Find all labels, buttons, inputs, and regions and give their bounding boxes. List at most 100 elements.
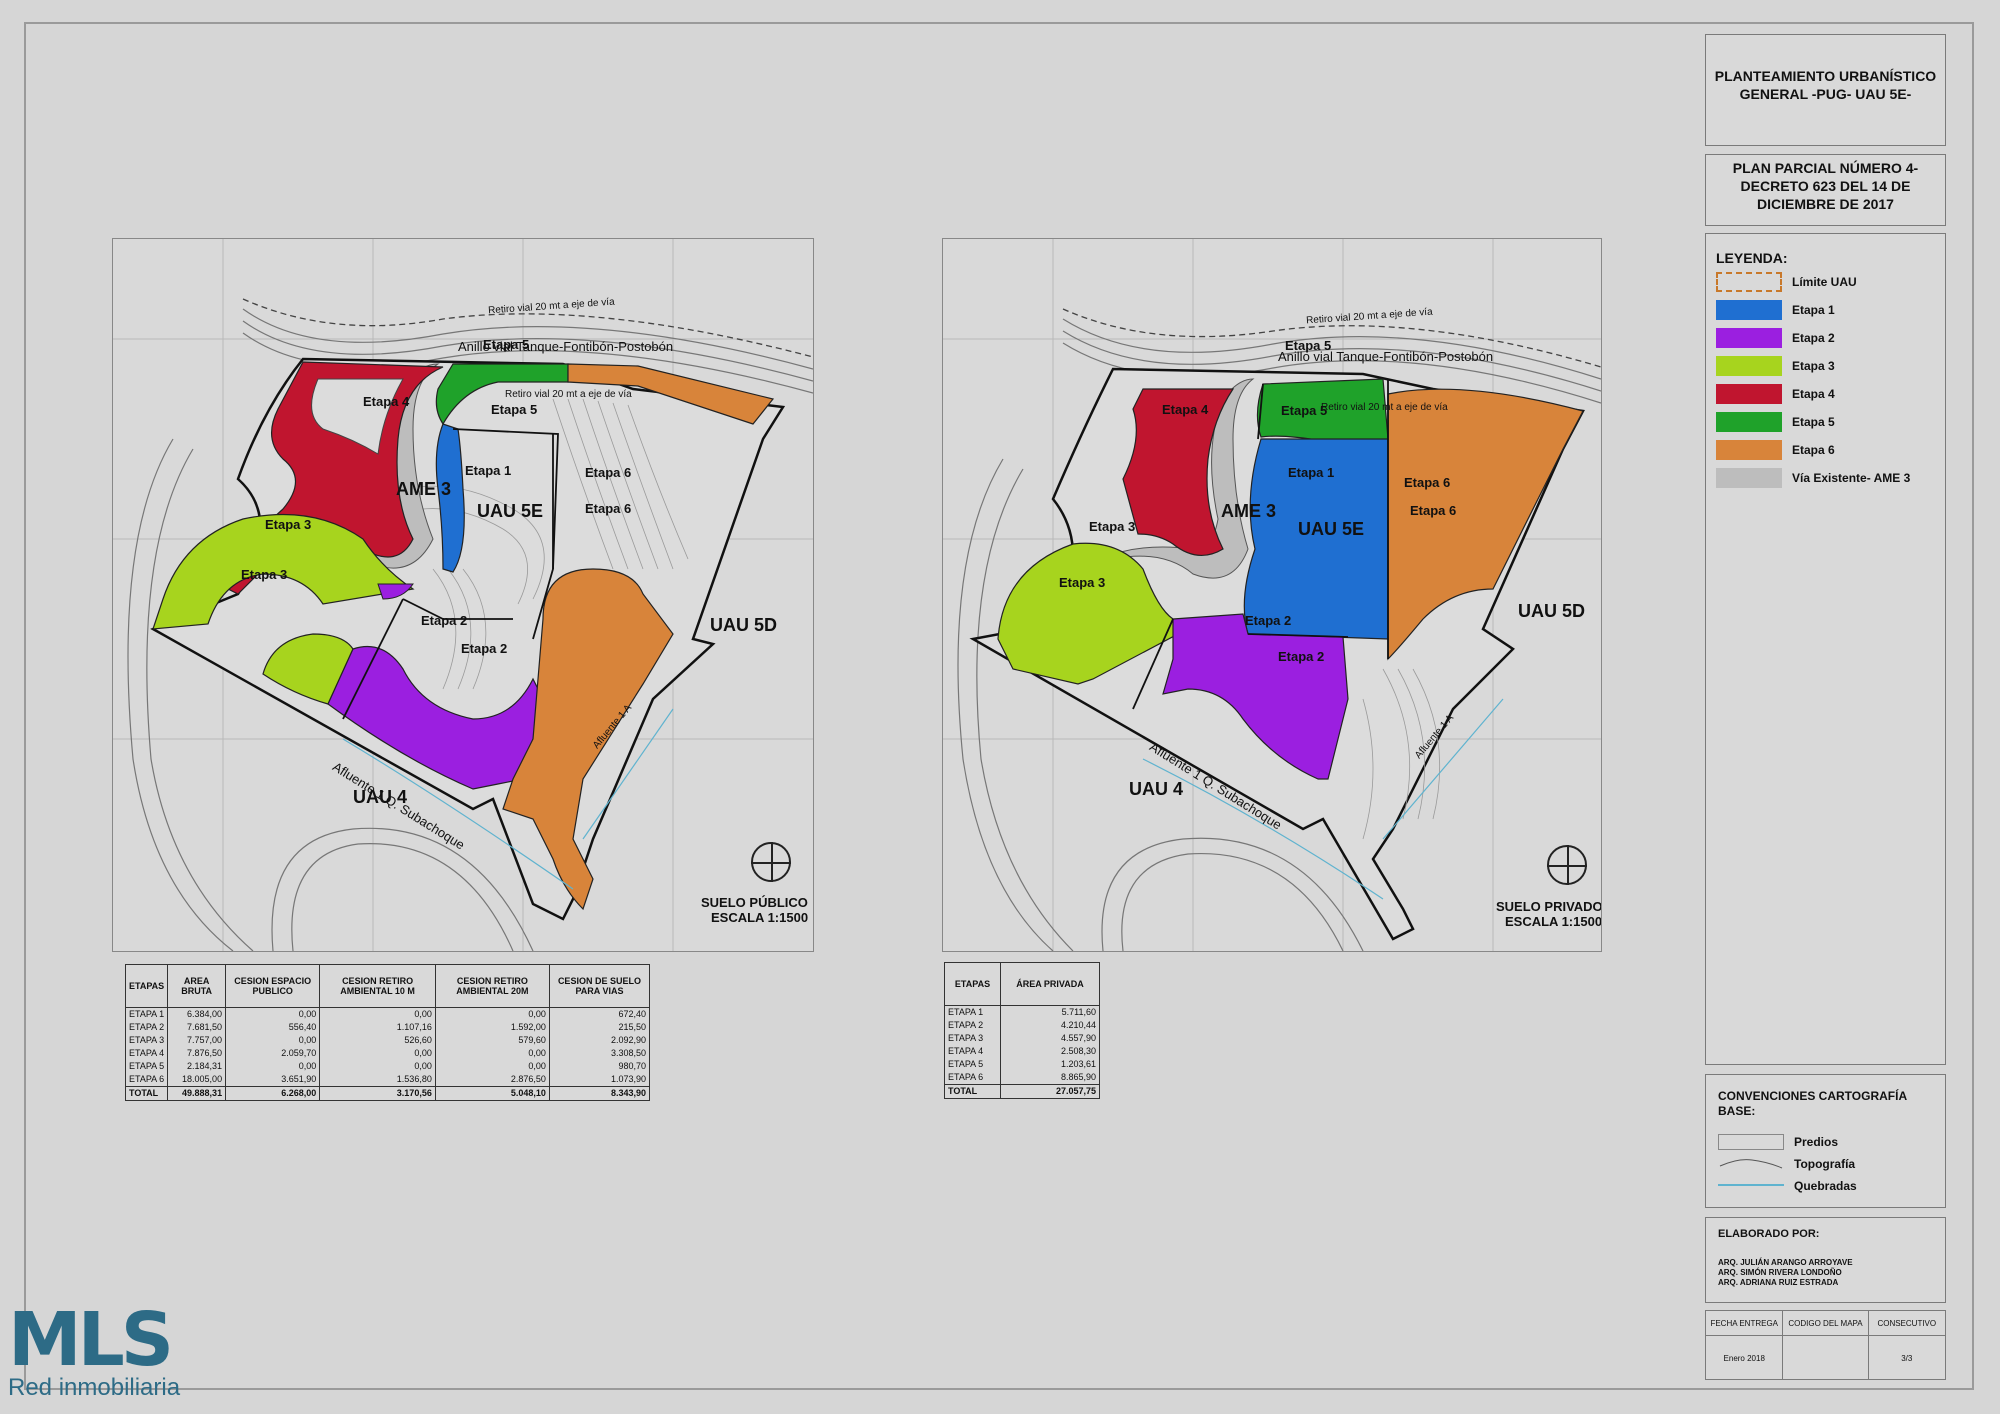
- stream-icon: [1718, 1184, 1784, 1186]
- legend-label: Etapa 4: [1792, 387, 1835, 401]
- etapa5-label: Etapa 5: [1281, 403, 1328, 418]
- legend-swatch: [1716, 412, 1782, 432]
- etapa3-label: Etapa 3: [265, 517, 312, 532]
- table-row: ETAPA 4 2.508,30: [943, 1045, 1100, 1058]
- logo-mark: MLS: [8, 1297, 174, 1383]
- legend-swatch: [1716, 440, 1782, 460]
- etapa2-label: Etapa 2: [461, 641, 508, 656]
- table-cell: 6.384,00: [167, 1007, 227, 1021]
- uau5d-label: UAU 5D: [1518, 601, 1586, 621]
- etapa2-label: Etapa 2: [421, 613, 468, 628]
- table-row: ETAPA 2 7.681,50 556,40 1.107,16 1.592,00 215…: [124, 1021, 651, 1034]
- table-cell: 526,60: [319, 1034, 436, 1047]
- legend-label: Etapa 3: [1792, 359, 1835, 373]
- uau5e-label: UAU 5E: [477, 501, 544, 521]
- table-cell: 0,00: [434, 1060, 550, 1073]
- table-cell: 27.057,75: [1000, 1084, 1100, 1099]
- etapa3-label: Etapa 3: [241, 567, 288, 582]
- table-cell: ETAPA 6: [943, 1071, 1002, 1085]
- table-header: CESION RETIRO AMBIENTAL 20M: [434, 964, 550, 1008]
- table-cell: 215,50: [548, 1021, 651, 1034]
- map-scale: ESCALA 1:1500: [711, 910, 809, 925]
- table-row: ETAPA 4 7.876,50 2.059,70 0,00 0,00 3.308,50: [124, 1047, 651, 1060]
- table-cell: TOTAL: [943, 1084, 1002, 1099]
- etapa5-label: Etapa 5: [1285, 338, 1332, 353]
- legend-swatch: [1716, 356, 1782, 376]
- table-header: AREA BRUTA: [167, 964, 227, 1008]
- table-cell: ETAPA 3: [124, 1034, 169, 1047]
- convention-label: Quebradas: [1794, 1179, 1857, 1193]
- table-cell: TOTAL: [124, 1086, 169, 1101]
- mls-logo: MLS Red inmobiliaria: [8, 1297, 180, 1401]
- table-cell: 5.711,60: [1000, 1005, 1100, 1019]
- table-cell: ETAPA 5: [124, 1060, 169, 1073]
- predios-swatch: [1718, 1134, 1784, 1150]
- topography-icon: [1719, 1159, 1783, 1169]
- legend-swatch: [1716, 384, 1782, 404]
- legend-title: LEYENDA:: [1716, 250, 1788, 266]
- table-private-areas: ETAPAS ÁREA PRIVADA ETAPA 1 5.711,60 ETAPA …: [943, 962, 1100, 1099]
- road-inner-setback-label: Retiro vial 20 mt a eje de vía: [1321, 402, 1448, 413]
- table-header: ETAPAS: [124, 964, 169, 1008]
- north-arrow-icon: [751, 842, 791, 882]
- legend-item: Etapa 2: [1716, 324, 1935, 352]
- etapa3-label: Etapa 3: [1059, 575, 1106, 590]
- table-row: ETAPA 1 5.711,60: [943, 1005, 1100, 1019]
- table-public-areas: ETAPAS AREA BRUTA CESION ESPACIO PUBLICO CE…: [124, 964, 651, 1101]
- table-cell: 0,00: [319, 1047, 436, 1060]
- table-cell: 1.107,16: [319, 1021, 436, 1034]
- table-cell: 0,00: [319, 1060, 436, 1073]
- legend-swatch: [1716, 468, 1782, 488]
- table-cell: 7.681,50: [167, 1021, 227, 1034]
- table-cell: ETAPA 1: [943, 1005, 1002, 1019]
- legend-list: Límite UAU Etapa 1 Etapa 2 Etapa 3 Etapa 4 Et…: [1716, 268, 1935, 492]
- legend-item: Etapa 4: [1716, 380, 1935, 408]
- map-scale: ESCALA 1:1500: [1505, 914, 1602, 929]
- table-cell: 2.876,50: [434, 1073, 550, 1087]
- credits-panel: ELABORADO POR: ARQ. JULIÁN ARANGO ARROYA…: [1705, 1217, 1946, 1303]
- table-cell: 0,00: [434, 1047, 550, 1060]
- table-cell: ETAPA 1: [124, 1007, 169, 1021]
- convention-label: Topografía: [1794, 1157, 1856, 1171]
- table-header: ETAPAS: [943, 962, 1002, 1006]
- ame3-label: AME 3: [1221, 501, 1277, 521]
- uau4-label: UAU 4: [1129, 779, 1184, 799]
- convention-label: Predios: [1794, 1135, 1839, 1149]
- table-row: ETAPA 6 8.865,90: [943, 1071, 1100, 1085]
- table-cell: 1.536,80: [319, 1073, 436, 1087]
- table-total-row: TOTAL 27.057,75: [943, 1084, 1100, 1099]
- legend-item: Etapa 1: [1716, 296, 1935, 324]
- map-private-drawing: [943, 239, 1601, 951]
- credit-name: ARQ. JULIÁN ARANGO ARROYAVE: [1718, 1258, 1853, 1267]
- table-cell: 556,40: [225, 1021, 321, 1034]
- footer-panel: FECHA ENTREGA CODIGO DEL MAPA CONSECUTIV…: [1705, 1310, 1946, 1380]
- table-cell: 0,00: [319, 1007, 436, 1021]
- credits-title: ELABORADO POR:: [1718, 1228, 1820, 1240]
- table-header: ÁREA PRIVADA: [1000, 962, 1100, 1006]
- table-cell: ETAPA 4: [943, 1045, 1002, 1058]
- table-cell: ETAPA 3: [943, 1032, 1002, 1045]
- table-cell: 5.048,10: [434, 1086, 550, 1101]
- etapa6-label: Etapa 6: [585, 465, 632, 480]
- etapa6-label: Etapa 6: [1410, 503, 1457, 518]
- table-cell: 0,00: [225, 1060, 321, 1073]
- etapa4-label: Etapa 4: [1162, 402, 1209, 417]
- legend-item: Vía Existente- AME 3: [1716, 464, 1935, 492]
- table-cell: ETAPA 5: [943, 1058, 1002, 1071]
- table-row: ETAPA 5 1.203,61: [943, 1058, 1100, 1071]
- table-cell: 672,40: [548, 1007, 651, 1021]
- table-total-row: TOTAL 49.888,31 6.268,00 3.170,56 5.048,10 8.…: [124, 1086, 651, 1101]
- credit-name: ARQ. SIMÓN RIVERA LONDOÑO: [1718, 1268, 1842, 1277]
- table-cell: 0,00: [225, 1034, 321, 1047]
- table-row: ETAPA 6 18.005,00 3.651,90 1.536,80 2.876,50…: [124, 1073, 651, 1087]
- etapa6-label: Etapa 6: [585, 501, 632, 516]
- legend-swatch: [1716, 328, 1782, 348]
- etapa5-label: Etapa 5: [491, 402, 538, 417]
- footer-header: CONSECUTIVO: [1877, 1318, 1937, 1328]
- legend-label: Etapa 1: [1792, 303, 1835, 317]
- sheet-number: 3/3: [1901, 1353, 1913, 1363]
- footer-header: CODIGO DEL MAPA: [1783, 1311, 1869, 1335]
- etapa6-label: Etapa 6: [1404, 475, 1451, 490]
- delivery-date: Enero 2018: [1706, 1336, 1784, 1380]
- table-header: CESION DE SUELO PARA VIAS: [548, 964, 651, 1008]
